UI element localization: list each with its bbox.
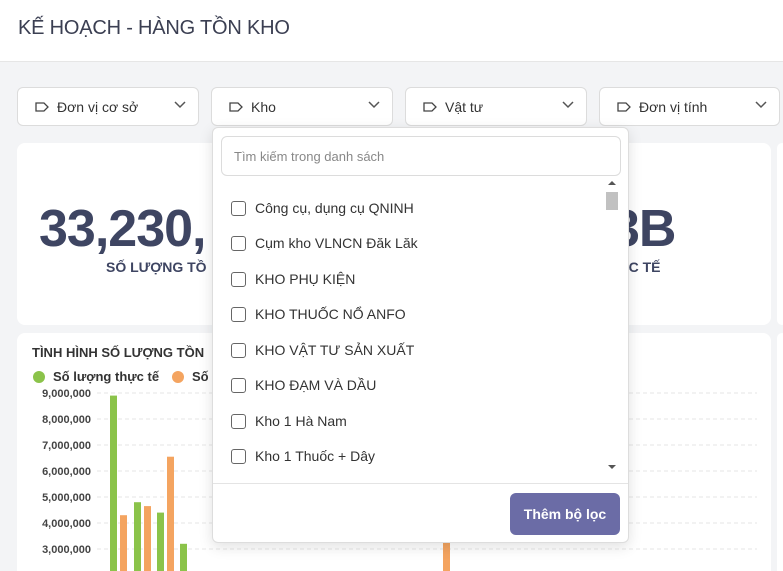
bar[interactable] <box>157 512 164 571</box>
filter-label: Đơn vị cơ sở <box>57 98 139 115</box>
bar[interactable] <box>144 506 151 571</box>
tag-icon <box>229 101 243 112</box>
checkbox[interactable] <box>231 235 246 251</box>
option-label: Kho 1 Hà Nam <box>255 413 347 429</box>
checkbox[interactable] <box>231 200 246 216</box>
list-item[interactable]: KHO ĐẠM VÀ DẦU <box>231 373 376 397</box>
y-tick-label: 6,000,000 <box>42 466 91 478</box>
chart-card-partial <box>777 333 783 571</box>
y-tick-label: 4,000,000 <box>42 518 91 530</box>
option-label: KHO PHỤ KIỆN <box>255 271 356 287</box>
tag-icon <box>35 101 49 112</box>
y-tick-label: 5,000,000 <box>42 492 91 504</box>
bar[interactable] <box>167 456 174 571</box>
checkbox[interactable] <box>231 413 246 429</box>
option-label: KHO ĐẠM VÀ DẦU <box>255 377 377 393</box>
option-label: KHO THUỐC NỔ ANFO <box>255 306 406 322</box>
bar[interactable] <box>180 543 187 571</box>
filter-label: Vật tư <box>445 98 484 115</box>
option-label: KHO VẬT TƯ SẢN XUẤT <box>255 342 415 358</box>
checkbox[interactable] <box>231 377 246 393</box>
filter-label: Kho <box>251 98 276 115</box>
bar[interactable] <box>110 395 117 571</box>
list-item[interactable]: Kho 1 Hà Nam <box>231 409 347 433</box>
checkbox[interactable] <box>231 448 246 464</box>
kpi-card-partial <box>777 143 783 325</box>
y-tick-label: 3,000,000 <box>42 544 91 556</box>
checkbox[interactable] <box>231 306 246 322</box>
filter-label: Đơn vị tính <box>639 98 708 115</box>
chevron-down-icon <box>562 101 574 109</box>
y-tick-label: 8,000,000 <box>42 414 91 426</box>
option-label: Công cụ, dụng cụ QNINH <box>255 200 414 216</box>
scroll-down-icon[interactable] <box>605 462 619 472</box>
bar[interactable] <box>134 502 141 571</box>
filter-don-vi-tinh[interactable]: Đơn vị tính <box>599 87 780 126</box>
tag-icon <box>617 101 631 112</box>
list-item[interactable]: Công cụ, dụng cụ QNINH <box>231 196 414 220</box>
list-item[interactable]: KHO VẬT TƯ SẢN XUẤT <box>231 338 414 362</box>
kpi-value: 33,230, <box>39 200 206 258</box>
option-label: Cụm kho VLNCN Đăk Lăk <box>255 235 418 251</box>
search-input[interactable] <box>221 136 621 176</box>
option-label: Kho 1 Thuốc + Dây <box>255 448 375 464</box>
list-item[interactable]: KHO PHỤ KIỆN <box>231 267 355 291</box>
checkbox[interactable] <box>231 271 246 287</box>
page-title: KẾ HOẠCH - HÀNG TỒN KHO <box>18 17 290 39</box>
filter-vat-tu[interactable]: Vật tư <box>405 87 587 126</box>
header-bar: KẾ HOẠCH - HÀNG TỒN KHO <box>0 0 783 62</box>
scrollbar[interactable] <box>605 176 619 476</box>
y-tick-label: 7,000,000 <box>42 440 91 452</box>
scroll-up-icon[interactable] <box>605 178 619 188</box>
list-item[interactable]: Kho 1 Thuốc + Dây <box>231 444 375 468</box>
divider <box>213 483 628 484</box>
chevron-down-icon <box>174 101 186 109</box>
scroll-thumb[interactable] <box>606 192 618 210</box>
kpi-label: SỐ LƯỢNG TỒ <box>106 259 207 275</box>
tag-icon <box>423 101 437 112</box>
filter-don-vi-co-so[interactable]: Đơn vị cơ sở <box>17 87 199 126</box>
option-list: Công cụ, dụng cụ QNINH Cụm kho VLNCN Đăk… <box>213 184 605 476</box>
bar[interactable] <box>120 515 127 571</box>
add-filter-button[interactable]: Thêm bộ lọc <box>510 493 620 535</box>
filter-kho[interactable]: Kho <box>211 87 393 126</box>
list-item[interactable]: KHO THUỐC NỔ ANFO <box>231 302 406 326</box>
chevron-down-icon <box>755 101 767 109</box>
kho-dropdown-panel: Công cụ, dụng cụ QNINH Cụm kho VLNCN Đăk… <box>212 127 629 543</box>
chevron-down-icon <box>368 101 380 109</box>
y-tick-label: 9,000,000 <box>42 388 91 400</box>
list-item[interactable]: Cụm kho VLNCN Đăk Lăk <box>231 231 418 255</box>
checkbox[interactable] <box>231 342 246 358</box>
